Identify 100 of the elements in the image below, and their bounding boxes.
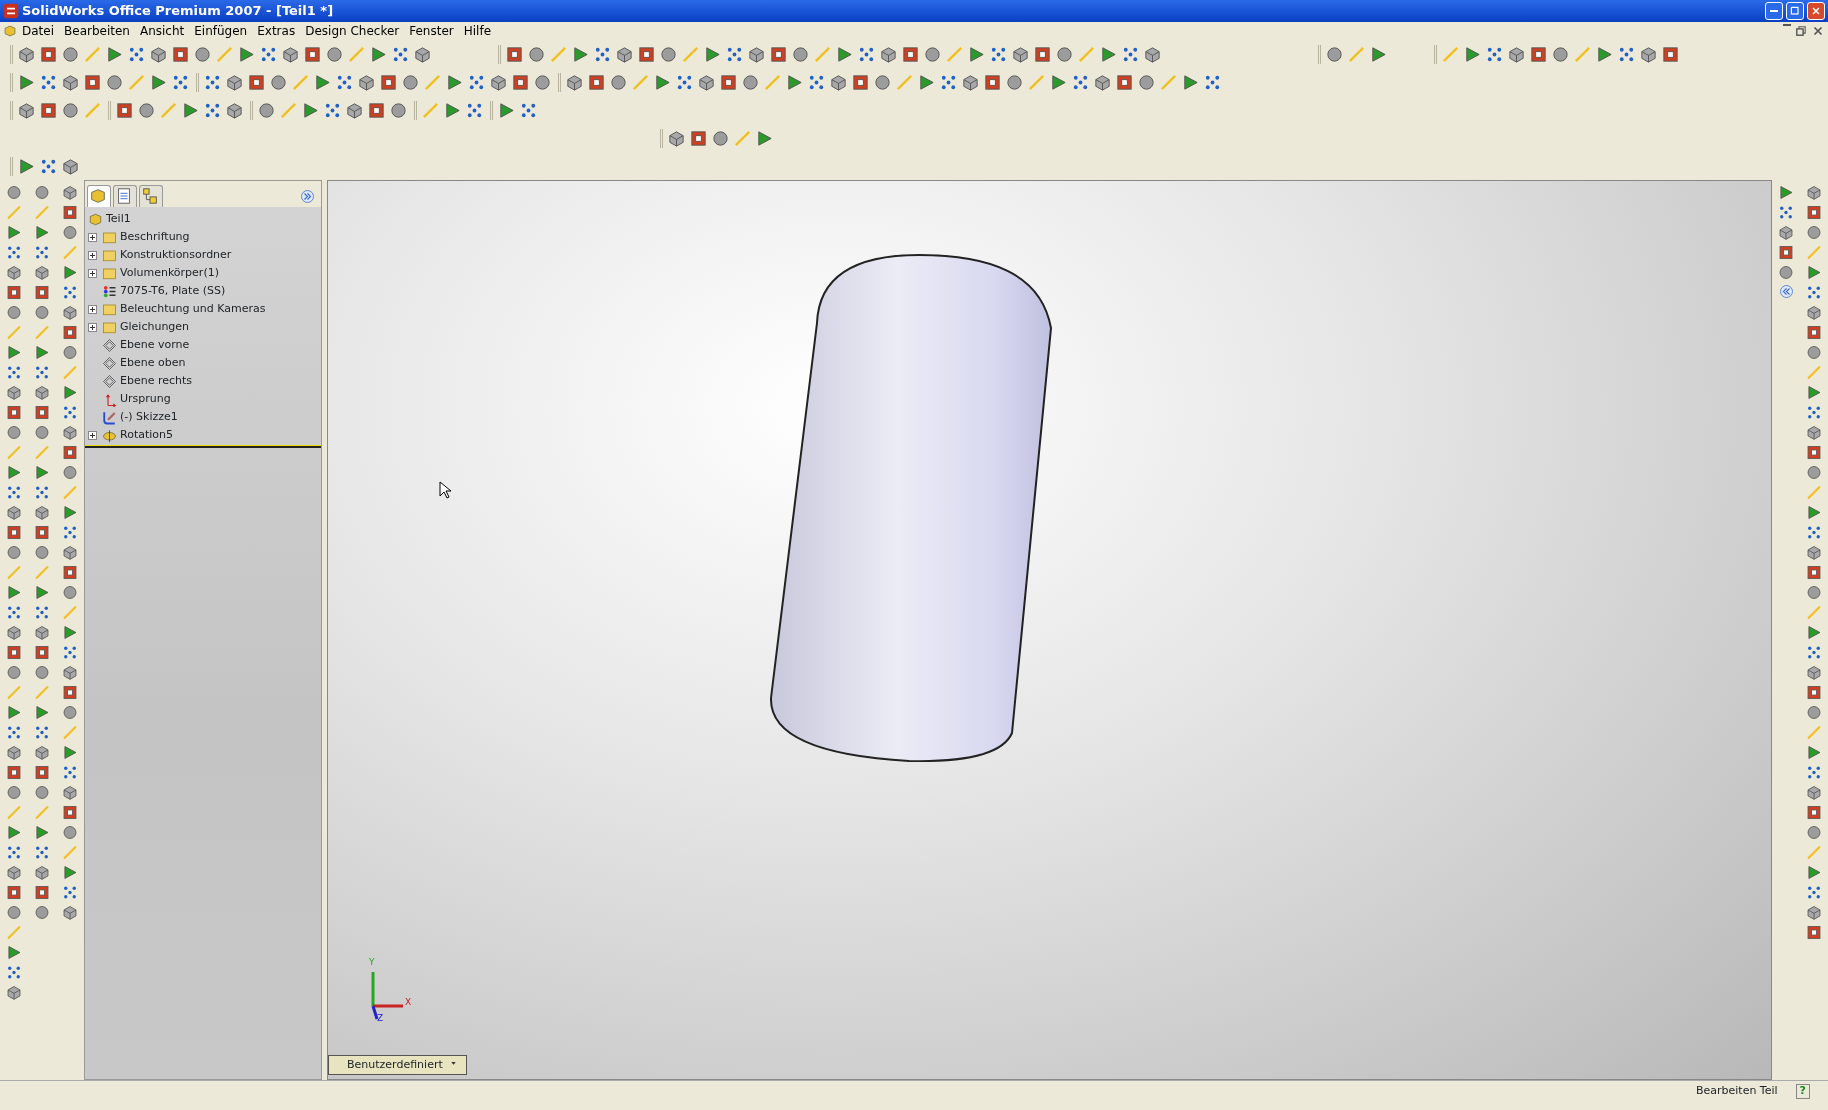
square-icon[interactable] [247,72,266,92]
cube-icon[interactable] [1777,224,1795,241]
circle-icon[interactable] [257,100,276,120]
cube-icon[interactable] [61,72,80,92]
circle-icon[interactable] [61,464,79,481]
circle-icon[interactable] [137,100,156,120]
triangle-icon[interactable] [1181,72,1200,92]
cube-icon[interactable] [33,624,51,641]
cube-icon[interactable] [5,264,23,281]
tree-item[interactable]: Volumenkörper(1) [120,264,219,282]
triangle-icon[interactable] [17,156,36,176]
square-icon[interactable] [5,644,23,661]
dots-icon[interactable] [1805,284,1823,301]
tree-item[interactable]: Teil1 [106,210,131,228]
cube-icon[interactable] [1639,44,1658,64]
triangle-icon[interactable] [17,72,36,92]
triangle-icon[interactable] [653,72,672,92]
circle-icon[interactable] [1805,704,1823,721]
cube-icon[interactable] [345,100,364,120]
dots-icon[interactable] [33,244,51,261]
square-icon[interactable] [1805,444,1823,461]
tree-item[interactable]: Konstruktionsordner [120,246,232,264]
circle-icon[interactable] [533,72,552,92]
cube-icon[interactable] [61,156,80,176]
dots-icon[interactable] [33,844,51,861]
circle-icon[interactable] [1325,44,1344,64]
square-icon[interactable] [5,884,23,901]
expand-box-icon[interactable] [88,268,97,278]
circle-icon[interactable] [389,100,408,120]
cube-icon[interactable] [61,904,79,921]
dots-icon[interactable] [5,724,23,741]
cube-icon[interactable] [667,128,686,148]
dots-icon[interactable] [61,644,79,661]
cube-icon[interactable] [489,72,508,92]
cube-icon[interactable] [33,744,51,761]
square-icon[interactable] [1661,44,1680,64]
triangle-icon[interactable] [5,704,23,721]
square-icon[interactable] [1805,684,1823,701]
triangle-icon[interactable] [149,72,168,92]
help-button[interactable]: ? [1795,1084,1810,1099]
triangle-icon[interactable] [61,864,79,881]
circle-icon[interactable] [325,44,344,64]
square-icon[interactable] [1033,44,1052,64]
cube-icon[interactable] [281,44,300,64]
collapse-icon[interactable] [1778,284,1794,299]
circle-icon[interactable] [923,44,942,64]
close-button[interactable] [1807,2,1825,20]
circle-icon[interactable] [1805,344,1823,361]
circle-icon[interactable] [1005,72,1024,92]
circle-icon[interactable] [193,44,212,64]
cube-icon[interactable] [879,44,898,64]
square-icon[interactable] [1805,924,1823,941]
cube-icon[interactable] [5,984,23,1001]
triangle-icon[interactable] [369,44,388,64]
square-icon[interactable] [33,284,51,301]
expand-icon[interactable] [300,188,315,204]
cube-icon[interactable] [1507,44,1526,64]
triangle-icon[interactable] [5,584,23,601]
tree-item[interactable]: Ursprung [120,390,171,408]
circle-icon[interactable] [1551,44,1570,64]
square-icon[interactable] [39,100,58,120]
cube-icon[interactable] [33,384,51,401]
circle-icon[interactable] [33,784,51,801]
menu-item[interactable]: Bearbeiten [59,22,135,40]
circle-icon[interactable] [5,784,23,801]
cube-icon[interactable] [5,384,23,401]
tree-item[interactable]: Gleichungen [120,318,190,336]
circle-icon[interactable] [61,344,79,361]
circle-icon[interactable] [659,44,678,64]
circle-icon[interactable] [1777,264,1795,281]
tree-item[interactable]: Beschriftung [120,228,190,246]
square-icon[interactable] [5,764,23,781]
panel-tab[interactable] [113,185,137,207]
square-icon[interactable] [39,44,58,64]
circle-icon[interactable] [33,304,51,321]
square-icon[interactable] [303,44,322,64]
triangle-icon[interactable] [301,100,320,120]
circle-icon[interactable] [1805,464,1823,481]
cube-icon[interactable] [1093,72,1112,92]
square-icon[interactable] [61,564,79,581]
cube-icon[interactable] [33,504,51,521]
dots-icon[interactable] [5,244,23,261]
cube-icon[interactable] [697,72,716,92]
triangle-icon[interactable] [5,824,23,841]
triangle-icon[interactable] [5,464,23,481]
expand-box-icon[interactable] [88,232,97,242]
circle-icon[interactable] [791,44,810,64]
cube-icon[interactable] [5,864,23,881]
dots-icon[interactable] [5,964,23,981]
dots-icon[interactable] [61,404,79,421]
cube-icon[interactable] [1805,184,1823,201]
triangle-icon[interactable] [237,44,256,64]
triangle-icon[interactable] [61,384,79,401]
square-icon[interactable] [171,44,190,64]
expand-box-icon[interactable] [88,430,97,440]
close-icon[interactable] [1811,24,1825,38]
cube-icon[interactable] [225,72,244,92]
cube-icon[interactable] [1805,544,1823,561]
menu-item[interactable]: Design Checker [300,22,405,40]
triangle-icon[interactable] [61,744,79,761]
